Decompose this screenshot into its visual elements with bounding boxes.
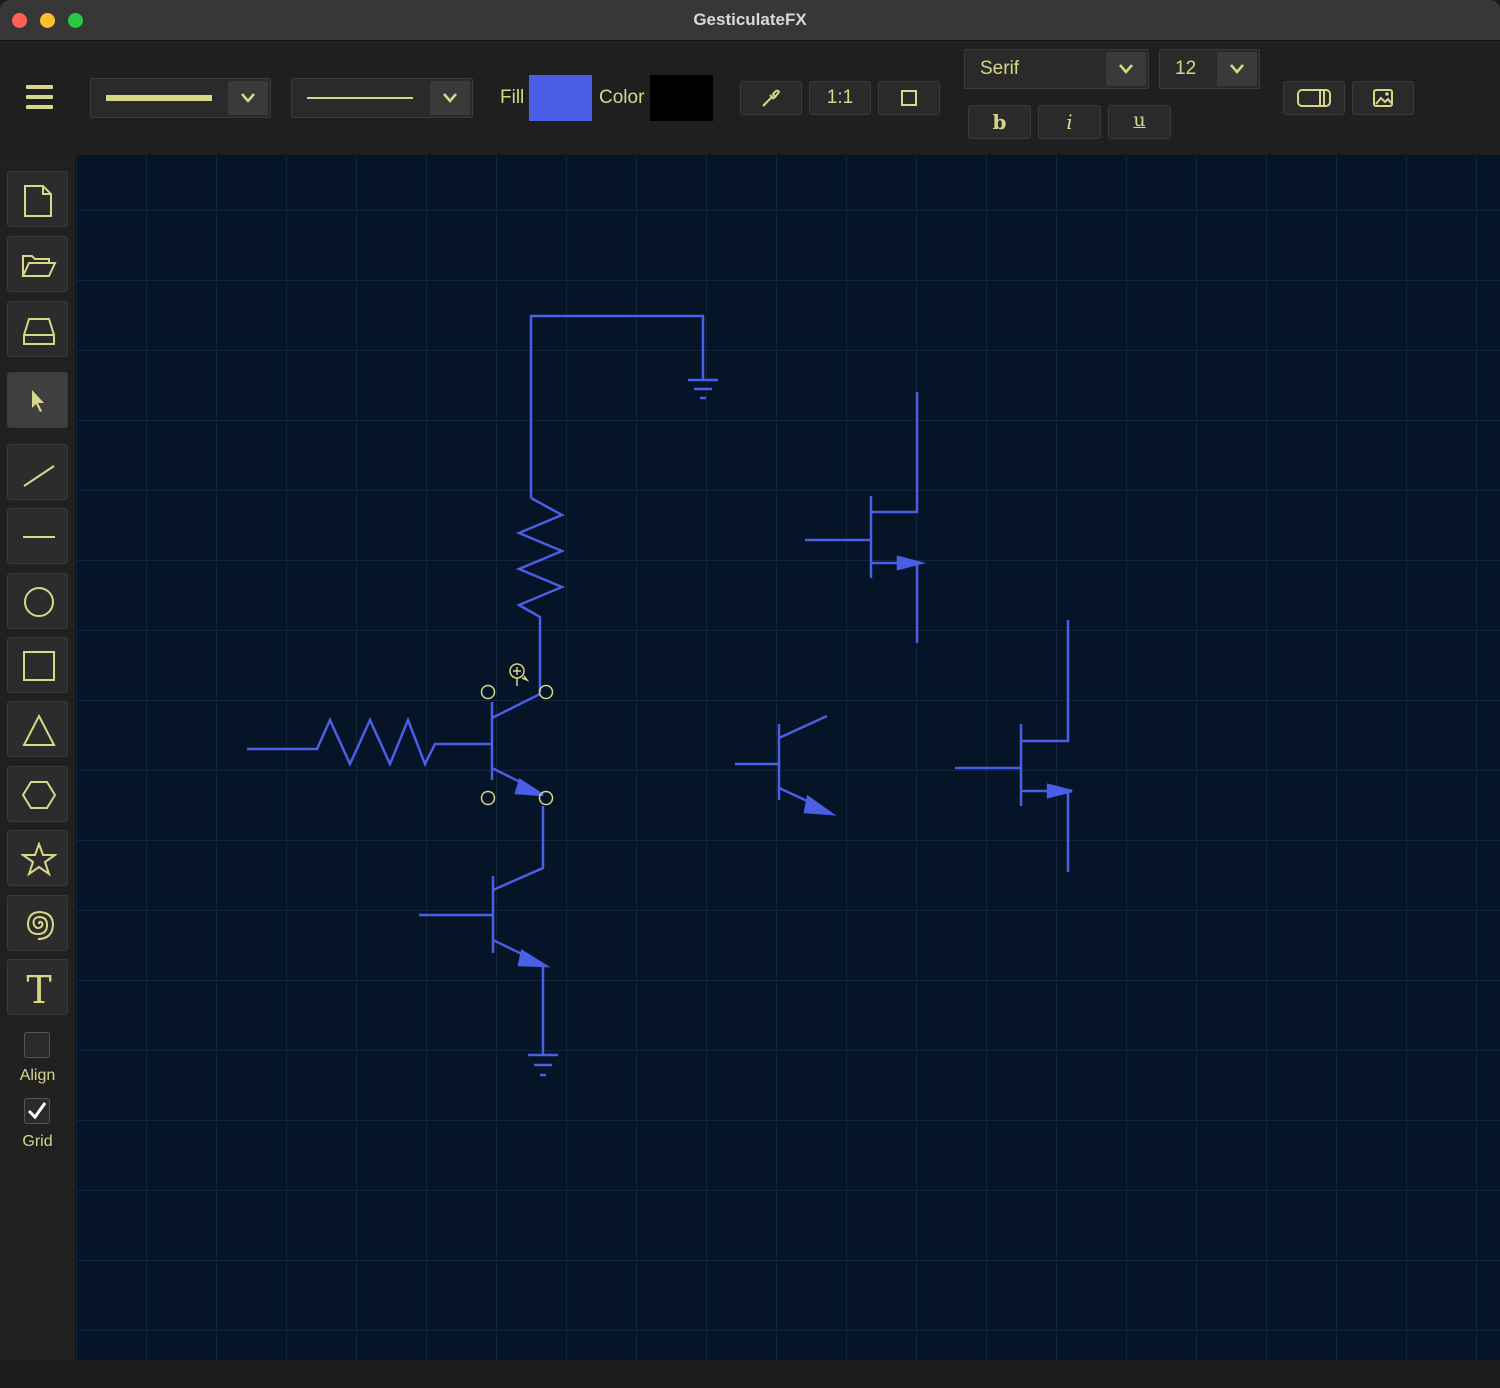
grid-label: Grid	[22, 1133, 53, 1150]
tool-sidebar: T Align Grid	[0, 155, 76, 1360]
color-label: Color	[599, 87, 645, 108]
status-bar	[0, 1360, 1500, 1388]
tool-circle[interactable]	[7, 573, 68, 629]
toggle-panel-button[interactable]	[1283, 81, 1345, 115]
line-width-preview	[106, 95, 212, 101]
align-checkbox[interactable]	[24, 1032, 50, 1058]
underline-button[interactable]: u	[1108, 105, 1171, 139]
font-size-select[interactable]: 12	[1159, 49, 1260, 89]
spiral-icon	[26, 910, 55, 940]
line-style-preview	[307, 97, 413, 99]
tool-open[interactable]	[7, 236, 68, 292]
bold-button[interactable]: b	[968, 105, 1031, 139]
fill-color-swatch[interactable]	[529, 75, 592, 121]
npn-transistor[interactable]	[490, 692, 544, 797]
resistor[interactable]	[247, 716, 492, 768]
fit-view-button[interactable]	[878, 81, 940, 115]
tool-star[interactable]	[7, 830, 68, 886]
wire[interactable]	[492, 806, 545, 892]
fill-label: Fill	[500, 87, 525, 108]
chevron-down-icon[interactable]	[1217, 52, 1257, 86]
chevron-down-icon[interactable]	[228, 81, 268, 115]
grid-checkbox[interactable]	[24, 1098, 50, 1124]
tool-line[interactable]	[7, 444, 68, 500]
horizontal-line-icon	[23, 536, 55, 538]
stroke-color-swatch[interactable]	[650, 75, 713, 121]
align-label: Align	[19, 1067, 56, 1084]
drawing-canvas[interactable]	[76, 155, 1500, 1360]
eyedropper-icon	[762, 89, 781, 107]
resistor[interactable]	[515, 496, 566, 692]
app-window: GesticulateFX Fill Color 1:1 Serif 12 b …	[0, 0, 1500, 1388]
svg-text:T: T	[26, 971, 51, 1007]
diagonal-line-icon	[23, 465, 55, 487]
title-bar: GesticulateFX	[0, 0, 1500, 41]
eyedropper-button[interactable]	[740, 81, 802, 115]
tool-text[interactable]: T	[7, 959, 68, 1015]
tool-save[interactable]	[7, 301, 68, 357]
tool-hexagon[interactable]	[7, 766, 68, 822]
actual-size-button[interactable]: 1:1	[809, 81, 871, 115]
star-icon	[21, 842, 57, 877]
text-icon: T	[26, 971, 51, 1007]
npn-transistor[interactable]	[419, 876, 551, 1054]
hexagon-icon	[21, 781, 57, 809]
ground-symbol[interactable]	[528, 1053, 558, 1077]
tool-select[interactable]	[7, 372, 68, 428]
tool-new-document[interactable]	[7, 171, 68, 227]
pointer-icon	[32, 390, 44, 412]
font-size-value: 12	[1175, 58, 1197, 79]
triangle-icon	[22, 713, 56, 746]
rotate-handle-icon[interactable]	[509, 663, 530, 686]
mosfet[interactable]	[955, 620, 1073, 872]
new-document-icon	[24, 185, 52, 217]
window-title: GesticulateFX	[693, 10, 807, 29]
chevron-down-icon[interactable]	[430, 81, 470, 115]
font-family-select[interactable]: Serif	[964, 49, 1149, 89]
tool-triangle[interactable]	[7, 701, 68, 757]
tool-horizontal-line[interactable]	[7, 508, 68, 564]
ground-symbol[interactable]	[688, 378, 718, 400]
mosfet[interactable]	[805, 392, 926, 643]
font-family-value: Serif	[980, 58, 1020, 79]
drive-icon	[23, 318, 55, 345]
circle-icon	[24, 587, 54, 617]
square-icon	[901, 90, 917, 106]
tool-rectangle[interactable]	[7, 637, 68, 693]
toolbar: Fill Color 1:1 Serif 12 b i u	[0, 41, 1500, 155]
menu-icon[interactable]	[26, 85, 53, 109]
rectangle-icon	[23, 651, 55, 681]
line-style-select[interactable]	[291, 78, 473, 118]
image-icon	[1373, 89, 1393, 107]
npn-transistor[interactable]	[735, 714, 837, 816]
line-width-select[interactable]	[90, 78, 271, 118]
top-wire[interactable]	[529, 314, 705, 498]
checkmark-icon	[27, 1102, 47, 1120]
open-folder-icon	[21, 255, 57, 277]
insert-image-button[interactable]	[1352, 81, 1414, 115]
chevron-down-icon[interactable]	[1106, 52, 1146, 86]
circuit-drawing	[247, 314, 1073, 1077]
tool-spiral[interactable]	[7, 895, 68, 951]
sidebar-toggle-icon	[1297, 89, 1331, 107]
italic-button[interactable]: i	[1038, 105, 1101, 139]
